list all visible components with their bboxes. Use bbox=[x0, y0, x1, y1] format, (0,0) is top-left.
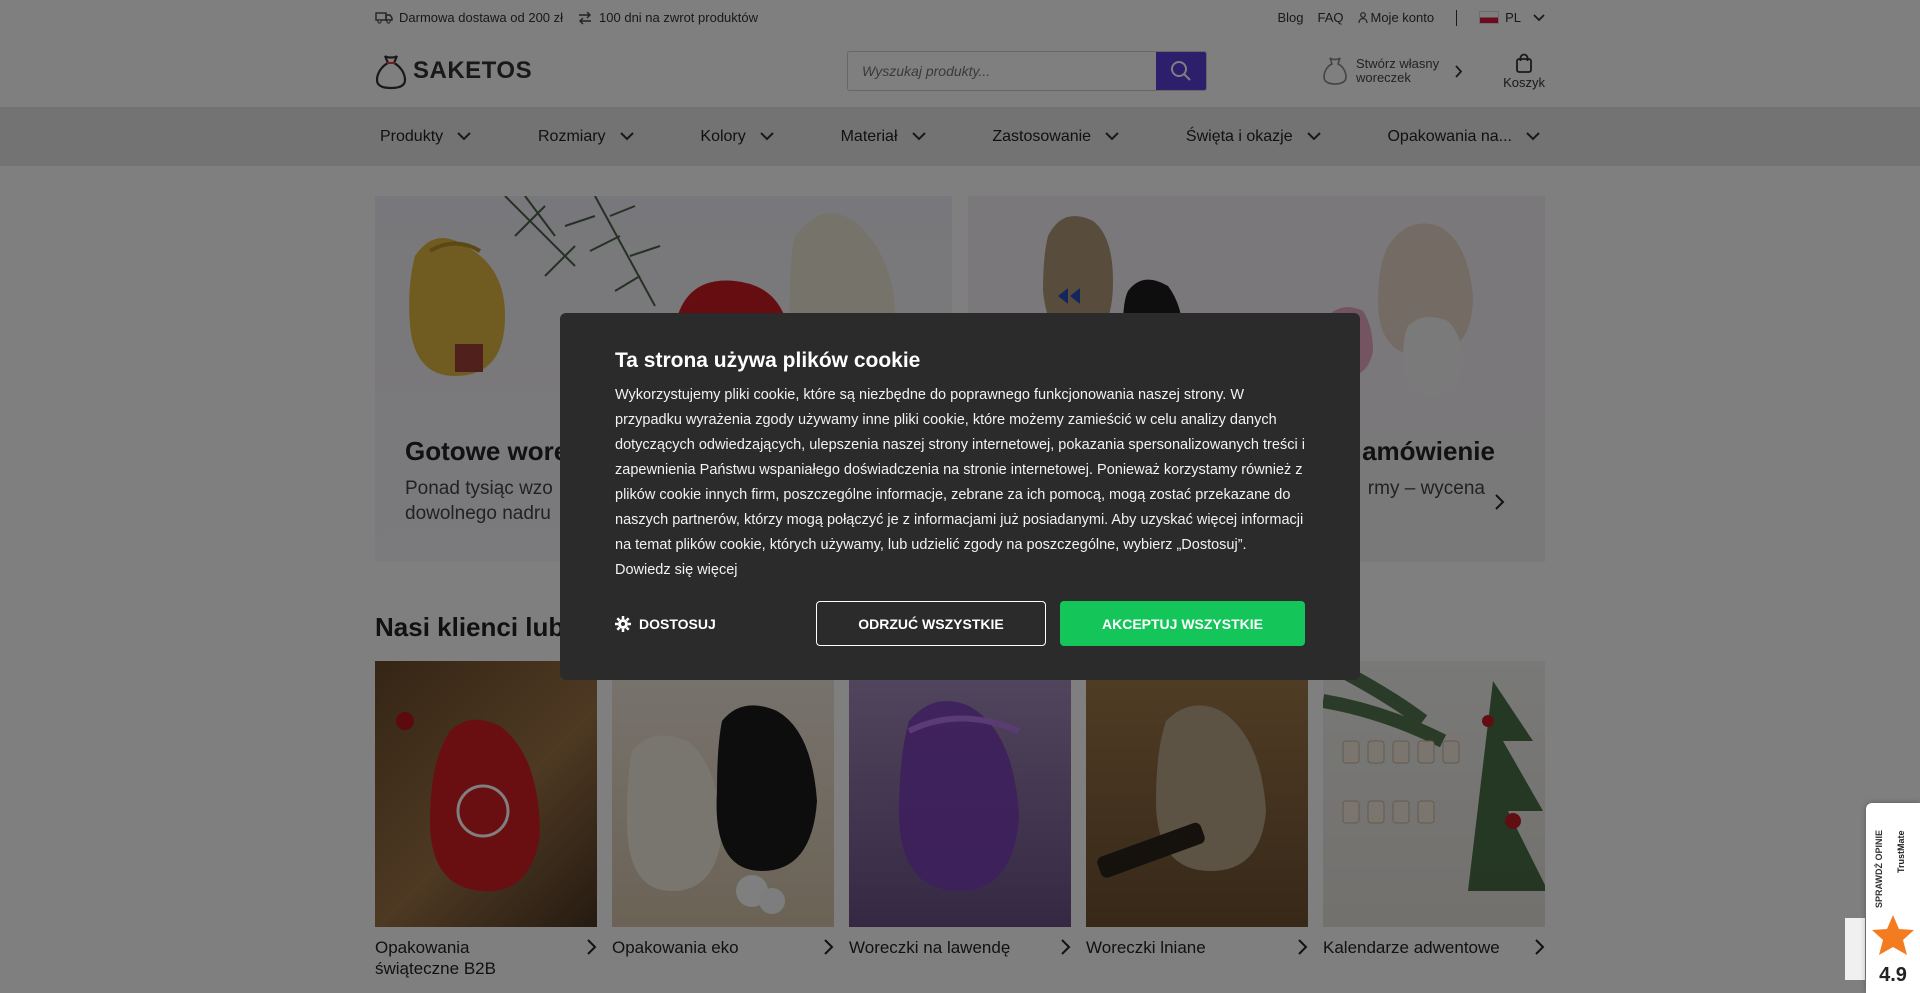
cookie-text: Wykorzystujemy pliki cookie, które są ni… bbox=[615, 387, 1305, 578]
trust-brand: TrustMate bbox=[1896, 830, 1906, 873]
cookie-consent-dialog: Ta strona używa plików cookie Wykorzystu… bbox=[560, 313, 1360, 680]
gear-icon bbox=[615, 615, 631, 632]
consent-buttons: ODRZUĆ WSZYSTKIE AKCEPTUJ WSZYSTKIE bbox=[816, 601, 1305, 646]
cookie-title: Ta strona używa plików cookie bbox=[615, 349, 921, 372]
cookie-actions: DOSTOSUJ ODRZUĆ WSZYSTKIE AKCEPTUJ WSZYS… bbox=[615, 601, 1305, 646]
accept-all-button[interactable]: AKCEPTUJ WSZYSTKIE bbox=[1060, 601, 1305, 646]
reject-all-button[interactable]: ODRZUĆ WSZYSTKIE bbox=[816, 601, 1046, 646]
recaptcha-badge bbox=[1845, 918, 1865, 980]
customize-button[interactable]: DOSTOSUJ bbox=[615, 615, 716, 632]
trustmate-widget[interactable]: SPRAWDŹ OPINIE TrustMate 4.9 bbox=[1866, 803, 1920, 993]
trust-score: 4.9 bbox=[1879, 964, 1907, 986]
customize-label: DOSTOSUJ bbox=[639, 615, 716, 632]
trust-label: SPRAWDŹ OPINIE bbox=[1874, 829, 1884, 908]
star-icon bbox=[1872, 915, 1914, 955]
